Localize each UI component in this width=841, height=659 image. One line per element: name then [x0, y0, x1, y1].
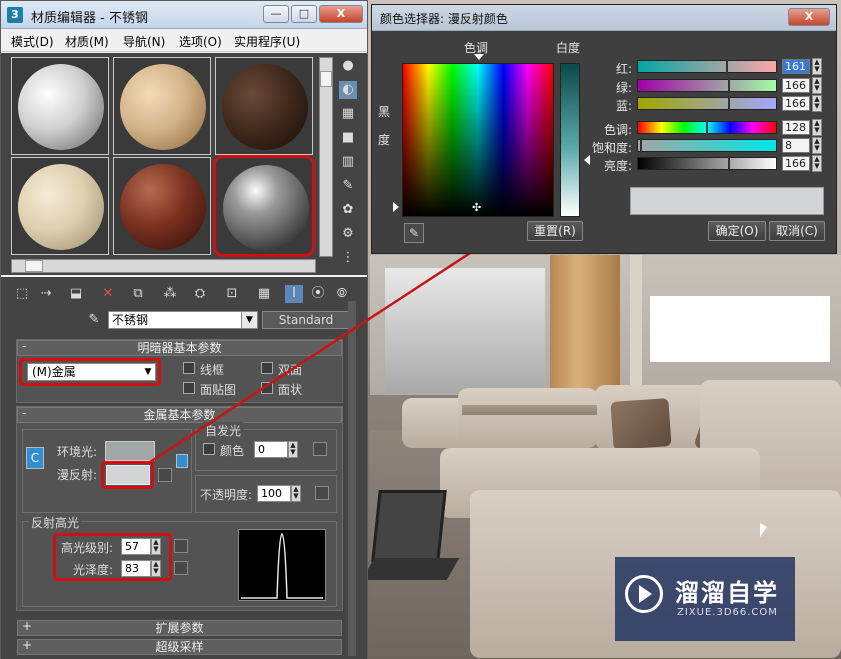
hue-pointer-icon: [474, 54, 484, 60]
watermark: 溜溜自学 ZIXUE.3D66.COM: [615, 557, 795, 641]
saturation-slider-marker[interactable]: [640, 138, 642, 153]
red-label: 红:: [616, 62, 633, 76]
whiteness-bar[interactable]: [560, 63, 580, 217]
blue-value-field[interactable]: 166: [782, 96, 810, 111]
green-label: 绿:: [616, 81, 633, 95]
close-button[interactable]: X: [788, 8, 830, 26]
whiteness-pointer-icon: [584, 155, 590, 165]
color-picker-window: 颜色选择器: 漫反射颜色 X 色调 白度 黑 度 ✣ 红: 161 ▲ ▼ 绿: …: [371, 4, 837, 254]
value-slider-marker[interactable]: [728, 156, 730, 171]
blackness-label-bottom: 度: [378, 133, 391, 147]
reset-button[interactable]: 重置(R): [527, 221, 583, 241]
red-slider[interactable]: [637, 60, 777, 73]
blackness-pointer-icon: [393, 202, 399, 212]
hue-channel-label: 色调:: [604, 123, 633, 137]
red-value-field[interactable]: 161: [782, 59, 810, 74]
color-picker-title: 颜色选择器: 漫反射颜色: [380, 12, 508, 26]
hue-blackness-field[interactable]: [402, 63, 554, 217]
play-triangle-icon: [639, 585, 652, 603]
saturation-slider[interactable]: [637, 139, 777, 152]
whiteness-label: 白度: [556, 41, 581, 55]
saturation-label: 饱和度:: [592, 141, 633, 155]
watermark-url: ZIXUE.3D66.COM: [677, 607, 778, 618]
value-label: 亮度:: [604, 159, 633, 173]
value-value-field[interactable]: 166: [782, 156, 810, 171]
green-value-field[interactable]: 166: [782, 78, 810, 93]
eyedropper-icon[interactable]: ✎: [404, 223, 424, 243]
color-picker-titlebar: 颜色选择器: 漫反射颜色 X: [372, 5, 836, 31]
green-spinner[interactable]: ▲ ▼: [812, 77, 822, 94]
hue-spinner[interactable]: ▲ ▼: [812, 119, 822, 136]
blue-slider[interactable]: [637, 97, 777, 110]
ok-button[interactable]: 确定(O): [708, 221, 766, 241]
red-spinner[interactable]: ▲ ▼: [812, 58, 822, 75]
value-spinner[interactable]: ▲ ▼: [812, 155, 822, 172]
blue-spinner[interactable]: ▲ ▼: [812, 95, 822, 112]
blue-slider-marker[interactable]: [728, 96, 730, 111]
current-color-preview: [630, 187, 824, 215]
blackness-label-top: 黑: [378, 105, 391, 119]
value-slider[interactable]: [637, 157, 777, 170]
saturation-spinner[interactable]: ▲ ▼: [812, 137, 822, 154]
red-slider-marker[interactable]: [726, 59, 728, 74]
hue-slider-marker[interactable]: [706, 120, 708, 135]
green-slider-marker[interactable]: [728, 78, 730, 93]
saturation-value-field[interactable]: 8: [782, 138, 810, 153]
green-slider[interactable]: [637, 79, 777, 92]
color-crosshair-icon[interactable]: ✣: [472, 201, 481, 214]
watermark-brand: 溜溜自学: [675, 579, 779, 607]
hue-value-field[interactable]: 128: [782, 120, 810, 135]
cancel-button[interactable]: 取消(C): [769, 221, 825, 241]
blue-label: 蓝:: [616, 99, 633, 113]
